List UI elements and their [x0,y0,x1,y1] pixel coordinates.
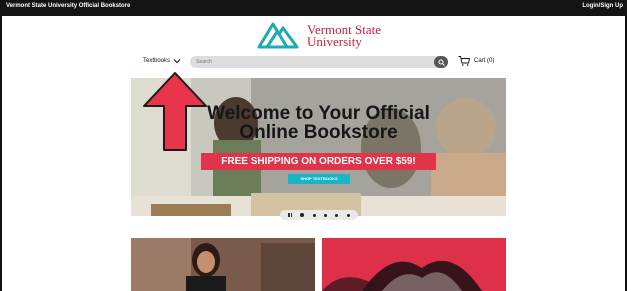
cart-icon [458,56,470,66]
logo-wordmark: Vermont State University [307,23,381,49]
search-button[interactable] [434,56,448,68]
carousel-dot[interactable] [324,213,328,217]
pause-icon[interactable] [288,213,293,217]
top-bar: Vermont State University Official Bookst… [0,0,627,16]
textbooks-label: Textbooks [143,58,171,64]
annotation-arrow-icon [143,72,207,151]
carousel-dot[interactable] [346,213,350,217]
promo-card-books[interactable] [322,238,506,291]
textbooks-menu[interactable]: Textbooks [143,58,181,64]
store-name: Vermont State University Official Bookst… [6,3,131,9]
main-nav: Textbooks Cart (0) [0,56,627,70]
search-bar [190,56,448,68]
university-logo[interactable]: Vermont State University [255,18,385,52]
student-photo [131,238,315,291]
carousel-dot[interactable] [335,213,339,217]
cart-link[interactable]: Cart (0) [458,56,494,66]
shop-textbooks-button[interactable]: SHOP TEXTBOOKS [288,174,350,184]
cart-label: Cart (0) [474,58,495,64]
promo-card-student[interactable] [131,238,315,291]
carousel-dot[interactable] [312,213,316,217]
books-photo [322,238,506,291]
search-input[interactable] [196,58,426,66]
free-shipping-banner: FREE SHIPPING ON ORDERS OVER $59! [201,153,436,170]
carousel-dot[interactable] [300,213,305,217]
logo-mountain-icon [257,22,299,49]
chevron-down-icon [173,59,181,64]
logo-line-2: University [307,34,362,49]
login-signup-link[interactable]: Login/Sign Up [582,3,623,9]
search-icon [438,59,445,66]
carousel-controls [280,210,358,220]
